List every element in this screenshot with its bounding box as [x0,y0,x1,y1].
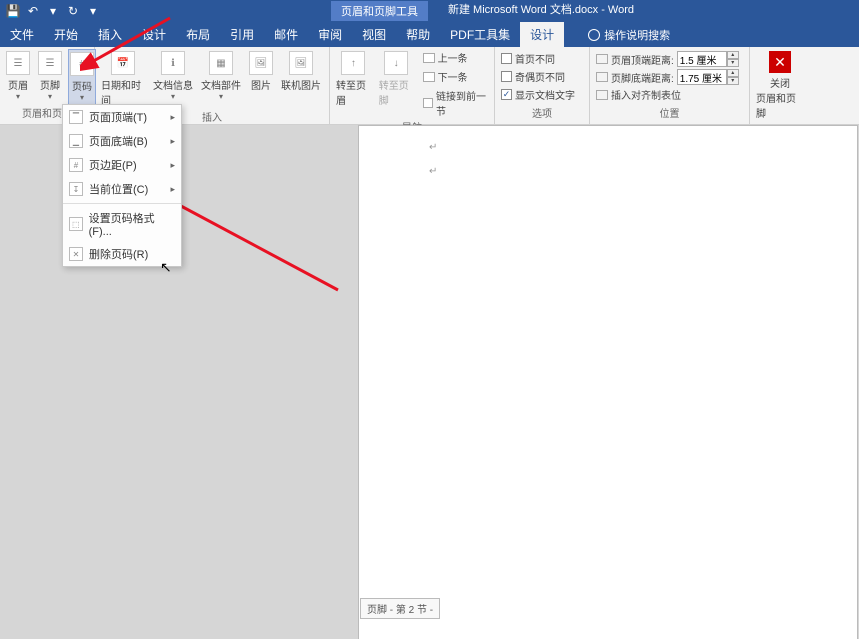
save-icon[interactable]: 💾 [6,4,20,18]
chevron-right-icon: ▸ [170,112,175,123]
online-picture-icon: 🖼 [289,51,313,75]
goto-header-icon: ↑ [341,51,365,75]
different-odd-even-checkbox[interactable]: 奇偶页不同 [501,69,575,84]
menu-page-top[interactable]: ▔ 页面顶端(T) ▸ [63,105,181,129]
tab-review[interactable]: 审阅 [308,22,352,47]
footer-distance-input[interactable] [677,69,727,85]
chevron-right-icon: ▸ [170,160,175,171]
previous-button[interactable]: 上一条 [420,49,490,66]
page-number-dropdown: ▔ 页面顶端(T) ▸ ▁ 页面底端(B) ▸ # 页边距(P) ▸ ↧ 当前位… [62,104,182,267]
group-label-options: 选项 [499,105,585,122]
tab-references[interactable]: 引用 [220,22,264,47]
tab-insert[interactable]: 插入 [88,22,132,47]
tab-help[interactable]: 帮助 [396,22,440,47]
group-label-position: 位置 [594,105,745,122]
chevron-down-icon: ▾ [80,93,84,102]
menu-page-bottom[interactable]: ▁ 页面底端(B) ▸ [63,129,181,153]
header-distance-icon [596,54,608,64]
tab-header-footer-design[interactable]: 设计 [520,22,564,47]
picture-button[interactable]: 🖼 图片 [247,49,275,94]
chevron-right-icon: ▸ [170,136,175,147]
mouse-cursor-icon: ↖ [160,259,172,276]
insert-align-tab-button[interactable]: 插入对齐制表位 [596,87,739,102]
picture-icon: 🖼 [249,51,273,75]
more-icon[interactable]: ▾ [86,4,100,18]
online-picture-button[interactable]: 🖼 联机图片 [279,49,323,94]
spinner-up[interactable]: ▴ [727,69,739,77]
ribbon-tabs: 文件 开始 插入 设计 布局 引用 邮件 审阅 视图 帮助 PDF工具集 设计 … [0,22,859,47]
bulb-icon [588,29,600,41]
close-icon: ✕ [769,51,791,73]
contextual-tab-title: 页眉和页脚工具 [331,1,428,21]
dropdown-icon[interactable]: ▾ [46,4,60,18]
next-button[interactable]: 下一条 [420,68,490,85]
calendar-icon: 📅 [111,51,135,75]
document-title: 新建 Microsoft Word 文档.docx - Word [448,1,634,21]
tab-mailings[interactable]: 邮件 [264,22,308,47]
docinfo-button[interactable]: ℹ 文档信息 ▾ [151,49,195,103]
datetime-button[interactable]: 📅 日期和时间 [99,49,147,109]
paragraph-mark-icon: ↵ [429,166,437,177]
menu-format-page-number[interactable]: ⬚ 设置页码格式(F)... [63,206,181,242]
info-icon: ℹ [161,51,185,75]
footer-section-label: 页脚 - 第 2 节 - [360,598,440,619]
footer-icon: ☰ [38,51,62,75]
page-margin-icon: # [69,158,83,172]
tab-design[interactable]: 设计 [132,22,176,47]
menu-current-position[interactable]: ↧ 当前位置(C) ▸ [63,177,181,201]
page-number-icon: # [70,52,94,76]
prev-icon [423,53,435,63]
chevron-down-icon: ▾ [219,92,223,101]
redo-icon[interactable]: ↻ [66,4,80,18]
goto-footer-button: ↓ 转至页脚 [377,49,416,109]
chevron-down-icon: ▾ [48,92,52,101]
chevron-right-icon: ▸ [170,184,175,195]
parts-icon: ▦ [209,51,233,75]
tab-file[interactable]: 文件 [0,22,44,47]
footer-button[interactable]: ☰ 页脚 ▾ [36,49,64,103]
chevron-down-icon: ▾ [16,92,20,101]
tab-view[interactable]: 视图 [352,22,396,47]
paragraph-mark-icon: ↵ [429,142,437,153]
page-bottom-icon: ▁ [69,134,83,148]
menu-page-margin[interactable]: # 页边距(P) ▸ [63,153,181,177]
current-pos-icon: ↧ [69,182,83,196]
different-first-checkbox[interactable]: 首页不同 [501,51,575,66]
link-previous-button[interactable]: 链接到前一节 [420,87,490,119]
page-top-icon: ▔ [69,110,83,124]
tab-home[interactable]: 开始 [44,22,88,47]
chevron-down-icon: ▾ [171,92,175,101]
menu-separator [63,203,181,204]
header-icon: ☰ [6,51,30,75]
spinner-down[interactable]: ▾ [727,77,739,85]
footer-distance-icon [596,72,608,82]
header-distance-input[interactable] [677,51,727,67]
align-tab-icon [596,90,608,100]
show-doc-text-checkbox[interactable]: ✓显示文档文字 [501,87,575,102]
tab-pdf-toolset[interactable]: PDF工具集 [440,22,520,47]
header-button[interactable]: ☰ 页眉 ▾ [4,49,32,103]
page[interactable]: ↵ ↵ [358,125,858,639]
goto-footer-icon: ↓ [384,51,408,75]
tab-layout[interactable]: 布局 [176,22,220,47]
page-number-button[interactable]: # 页码 ▾ [68,49,96,105]
link-icon [423,98,433,108]
format-icon: ⬚ [69,217,83,231]
spinner-up[interactable]: ▴ [727,51,739,59]
tell-me-search[interactable]: 操作说明搜索 [584,23,674,47]
undo-icon[interactable]: ↶ [26,4,40,18]
close-header-footer-button[interactable]: ✕ 关闭 页眉和页脚 [754,49,806,122]
next-icon [423,72,435,82]
docparts-button[interactable]: ▦ 文档部件 ▾ [199,49,243,103]
goto-header-button[interactable]: ↑ 转至页眉 [334,49,373,109]
spinner-down[interactable]: ▾ [727,59,739,67]
remove-icon: ✕ [69,247,83,261]
